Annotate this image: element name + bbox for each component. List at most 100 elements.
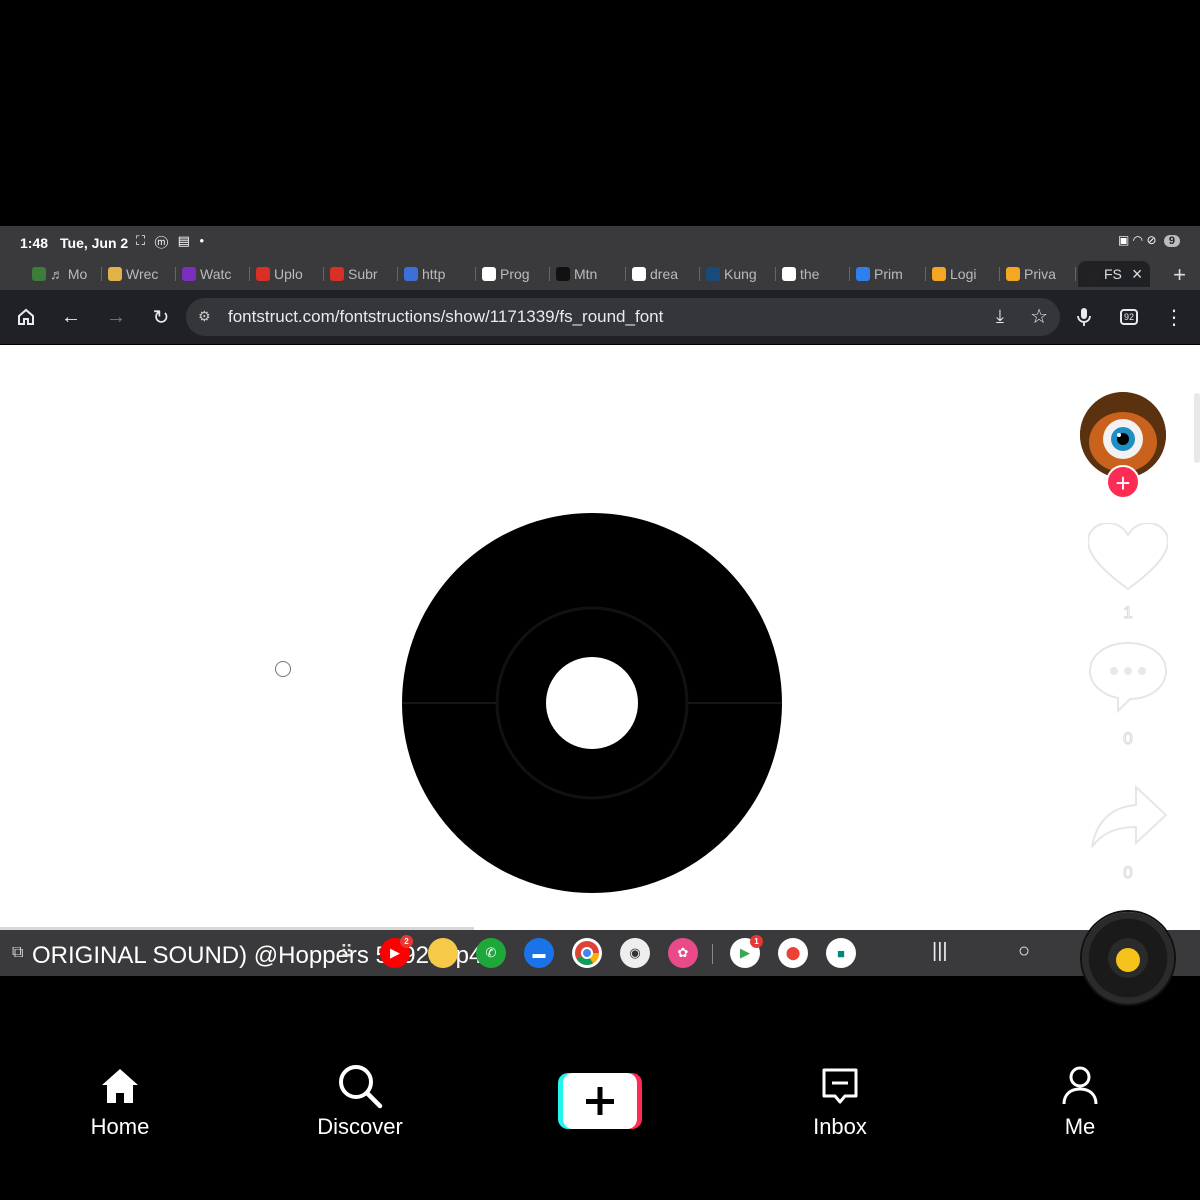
recents-nav-icon[interactable]: ||| [932, 940, 948, 963]
menu-kebab-icon[interactable]: ⋮ [1160, 303, 1188, 331]
status-date: Tue, Jun 2 [60, 235, 129, 251]
youtube-app-icon[interactable]: ▶ 2 [380, 935, 413, 968]
tab-11[interactable]: Prim [856, 261, 926, 287]
bottom-navigation: Home Discover Inbox Me [0, 1040, 1200, 1200]
tab-7[interactable]: Mtn [556, 261, 626, 287]
tab-9[interactable]: Kung [706, 261, 776, 287]
f-favicon [256, 267, 270, 281]
tab-separator [699, 267, 700, 281]
tab-5[interactable]: http [404, 261, 476, 287]
tab-count: 92 [1119, 309, 1138, 325]
like-count: 1 [1123, 603, 1133, 623]
play-store-app-icon[interactable]: ▶ 1 [730, 935, 763, 968]
camera-app-icon[interactable]: ◉ [620, 938, 650, 968]
tab-14[interactable]: FS × [1078, 261, 1150, 287]
nav-discover[interactable]: Discover [280, 1062, 440, 1140]
nav-inbox-label: Inbox [813, 1114, 867, 1139]
status-notification-icons: ⛶ ⓜ ▤ • [136, 233, 208, 248]
share-arrow-icon[interactable] [1090, 784, 1168, 854]
film-favicon [706, 267, 720, 281]
forward-icon[interactable]: → [102, 303, 130, 331]
tab-3[interactable]: Uplo [256, 261, 324, 287]
tab-title: ♬ Mo [50, 266, 88, 282]
app-drawer-icon[interactable]: ⠿ [340, 942, 353, 963]
status-time: 1:48 [20, 235, 49, 251]
walmart-favicon [1006, 267, 1020, 281]
tab-2[interactable]: Watc [182, 261, 250, 287]
google-favicon [482, 267, 496, 281]
address-bar[interactable]: ⚙ fontstruct.com/fontstructions/show/117… [186, 298, 1060, 336]
tab-separator [849, 267, 850, 281]
capcut-favicon [556, 267, 570, 281]
follow-plus-button[interactable]: + [1106, 465, 1140, 499]
tab-separator [549, 267, 550, 281]
tab-strip: ♬ Mo Wrec Watc Uplo Subr http Prog Mtn drea Kung t… [0, 258, 1200, 290]
cast-icon: ▣ [1117, 233, 1130, 247]
edge-panel-handle[interactable] [1194, 393, 1200, 463]
youtube-badge: 2 [400, 935, 413, 948]
tab-separator [925, 267, 926, 281]
tab-title: Watc [200, 266, 232, 282]
tab-title: Kung [724, 266, 757, 282]
back-icon[interactable]: ← [57, 303, 85, 331]
walmart-favicon [932, 267, 946, 281]
tab-separator [1075, 267, 1076, 281]
phone-app-icon[interactable]: ✆ [476, 938, 506, 968]
nav-me[interactable]: Me [1000, 1062, 1160, 1140]
tab-10[interactable]: the [782, 261, 850, 287]
close-tab-icon[interactable]: × [1132, 264, 1143, 285]
round-font-disc-image [402, 513, 782, 893]
reload-icon[interactable]: ↻ [147, 303, 175, 331]
dnd-icon: ⊘ [1146, 233, 1157, 247]
comment-bubble-icon[interactable] [1088, 641, 1168, 718]
tab-title: http [422, 266, 446, 282]
gallery-app-icon[interactable]: ✿ [668, 938, 698, 968]
nav-inbox[interactable]: Inbox [760, 1062, 920, 1140]
meet-app-icon[interactable]: ■ [826, 938, 856, 968]
home-nav-icon[interactable]: ○ [1018, 940, 1030, 963]
microphone-icon[interactable] [1070, 303, 1098, 331]
tab-title: drea [650, 266, 679, 282]
share-count: 0 [1123, 863, 1133, 883]
tab-12[interactable]: Logi [932, 261, 1000, 287]
messages-app-icon[interactable]: ▬ [524, 938, 554, 968]
watch-favicon [182, 267, 196, 281]
notes-app-icon[interactable] [428, 938, 458, 968]
egg-favicon [108, 267, 122, 281]
tab-title: Priva [1024, 266, 1056, 282]
site-settings-icon[interactable]: ⚙ [198, 308, 211, 325]
tab-separator [323, 267, 324, 281]
tab-1[interactable]: Wrec [108, 261, 176, 287]
tab-4[interactable]: Subr [330, 261, 398, 287]
tab-title: Logi [950, 266, 977, 282]
tab-8[interactable]: drea [632, 261, 700, 287]
video-player[interactable]: + 1 0 0 [0, 345, 1200, 931]
tab-switcher-button[interactable]: 92 [1115, 303, 1143, 331]
tab-title: Prog [500, 266, 530, 282]
like-heart-icon[interactable] [1086, 521, 1170, 598]
search-icon [280, 1062, 440, 1110]
url-text[interactable]: fontstruct.com/fontstructions/show/11713… [228, 307, 663, 327]
new-tab-button[interactable]: + [1173, 262, 1186, 288]
touch-cursor-indicator [275, 661, 291, 677]
sound-marquee-text[interactable]: ORIGINAL SOUND) @Hoppers 5992.mp4 [32, 942, 482, 970]
play-store-badge: 1 [750, 935, 763, 948]
screenshot-icon[interactable]: ⧉ [12, 944, 23, 962]
home-icon[interactable] [12, 303, 40, 331]
tab-13[interactable]: Priva [1006, 261, 1076, 287]
tab-title: FS [1104, 266, 1122, 282]
tab-separator [999, 267, 1000, 281]
nav-home[interactable]: Home [40, 1062, 200, 1140]
create-video-button[interactable] [558, 1073, 642, 1129]
maps-app-icon[interactable]: ⬤ [778, 938, 808, 968]
music-favicon [32, 267, 46, 281]
nav-home-label: Home [90, 1114, 150, 1139]
tab-separator [775, 267, 776, 281]
chrome-app-icon[interactable] [572, 938, 602, 968]
status-right-icons: ▣ ◠ ⊘ 9 [1118, 233, 1180, 247]
bookmark-star-icon[interactable]: ☆ [1030, 304, 1048, 329]
tab-0[interactable]: ♬ Mo [32, 261, 102, 287]
home-filled-icon [40, 1062, 200, 1110]
tab-6[interactable]: Prog [482, 261, 550, 287]
download-icon[interactable]: ⤓ [996, 306, 1004, 327]
